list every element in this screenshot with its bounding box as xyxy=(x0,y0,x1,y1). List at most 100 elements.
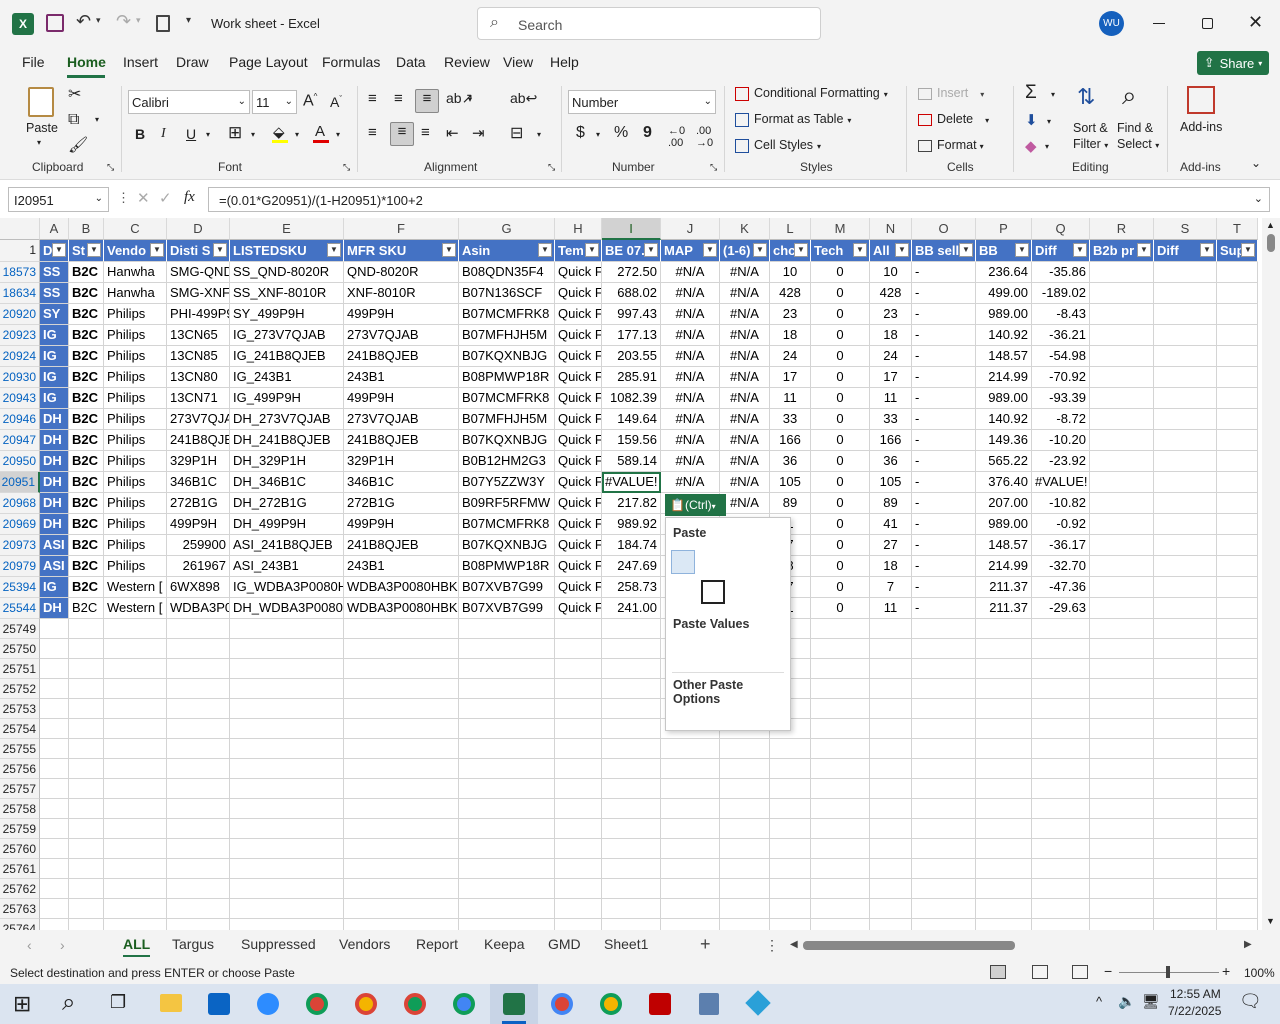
table-cell[interactable]: 23 xyxy=(770,304,811,325)
table-cell[interactable]: 0 xyxy=(811,514,870,535)
table-cell[interactable]: Quick F xyxy=(555,451,602,472)
fill-dropdown-icon[interactable]: ▾ xyxy=(1047,117,1051,126)
empty-cell[interactable] xyxy=(1154,919,1217,930)
row-header[interactable]: 25755 xyxy=(0,739,40,759)
outlook-icon[interactable] xyxy=(208,993,230,1015)
empty-cell[interactable] xyxy=(40,899,69,919)
empty-cell[interactable] xyxy=(1090,759,1154,779)
empty-cell[interactable] xyxy=(555,679,602,699)
empty-cell[interactable] xyxy=(555,619,602,639)
table-cell[interactable]: 0 xyxy=(811,367,870,388)
row-header[interactable]: 20969 xyxy=(0,514,40,535)
empty-cell[interactable] xyxy=(770,779,811,799)
empty-cell[interactable] xyxy=(770,919,811,930)
empty-cell[interactable] xyxy=(69,919,104,930)
empty-cell[interactable] xyxy=(912,799,976,819)
table-cell[interactable]: - xyxy=(912,409,976,430)
column-header-p[interactable]: P xyxy=(976,218,1032,240)
table-cell[interactable]: 0 xyxy=(811,556,870,577)
table-cell[interactable]: 13CN71 xyxy=(167,388,230,409)
filter-dropdown-icon[interactable]: ▼ xyxy=(644,243,658,257)
empty-cell[interactable] xyxy=(104,799,167,819)
empty-cell[interactable] xyxy=(1032,739,1090,759)
empty-cell[interactable] xyxy=(976,799,1032,819)
empty-cell[interactable] xyxy=(555,699,602,719)
empty-cell[interactable] xyxy=(661,899,720,919)
table-cell[interactable]: Quick F xyxy=(555,304,602,325)
filter-dropdown-icon[interactable]: ▼ xyxy=(794,243,808,257)
linked-picture-icon[interactable] xyxy=(761,702,785,726)
empty-cell[interactable] xyxy=(1154,859,1217,879)
empty-cell[interactable] xyxy=(1154,639,1217,659)
sheet-tab-vendors[interactable]: Vendors xyxy=(339,936,390,952)
table-cell[interactable] xyxy=(1154,346,1217,367)
filter-dropdown-icon[interactable]: ▼ xyxy=(853,243,867,257)
tab-formulas[interactable]: Formulas xyxy=(322,54,380,70)
close-button[interactable]: ✕ xyxy=(1248,12,1263,33)
table-cell[interactable]: 18 xyxy=(870,325,912,346)
empty-cell[interactable] xyxy=(1090,919,1154,930)
empty-cell[interactable] xyxy=(230,759,344,779)
table-cell[interactable]: #N/A xyxy=(661,283,720,304)
next-sheet-icon[interactable]: › xyxy=(60,937,65,953)
column-header-b[interactable]: B xyxy=(69,218,104,240)
empty-cell[interactable] xyxy=(230,799,344,819)
empty-cell[interactable] xyxy=(870,639,912,659)
empty-cell[interactable] xyxy=(811,919,870,930)
decrease-font-size-icon[interactable]: Aˇ xyxy=(330,94,342,110)
table-cell[interactable]: 24 xyxy=(870,346,912,367)
row-header[interactable]: 25749 xyxy=(0,619,40,639)
table-cell[interactable]: Philips xyxy=(104,409,167,430)
empty-cell[interactable] xyxy=(167,899,230,919)
table-cell[interactable]: Philips xyxy=(104,367,167,388)
empty-cell[interactable] xyxy=(1154,819,1217,839)
empty-cell[interactable] xyxy=(69,799,104,819)
table-cell[interactable]: #VALUE! xyxy=(602,472,661,493)
row-header[interactable]: 20951 xyxy=(0,472,40,493)
row-header[interactable]: 25752 xyxy=(0,679,40,699)
empty-cell[interactable] xyxy=(1154,659,1217,679)
table-cell[interactable] xyxy=(1217,493,1258,514)
table-cell[interactable]: #N/A xyxy=(720,430,770,451)
table-cell[interactable]: DH xyxy=(40,409,69,430)
table-cell[interactable]: 0 xyxy=(811,283,870,304)
more-options-icon[interactable]: ⋮ xyxy=(117,190,130,206)
chrome-icon[interactable] xyxy=(306,993,328,1015)
table-cell[interactable]: -32.70 xyxy=(1032,556,1090,577)
table-cell[interactable]: #N/A xyxy=(661,304,720,325)
empty-cell[interactable] xyxy=(40,699,69,719)
table-cell[interactable]: B07MCMFRK8 xyxy=(459,514,555,535)
table-cell[interactable]: 272.50 xyxy=(602,262,661,283)
empty-cell[interactable] xyxy=(1154,799,1217,819)
header-cell[interactable]: Diff ▼ xyxy=(1154,240,1217,262)
table-cell[interactable]: -54.98 xyxy=(1032,346,1090,367)
table-cell[interactable]: SMG-XNF xyxy=(167,283,230,304)
undo-icon[interactable]: ↶ xyxy=(76,11,91,32)
table-cell[interactable]: B07XVB7G99 xyxy=(459,598,555,619)
align-right-icon[interactable]: ≡ xyxy=(421,124,430,141)
windows-start-icon[interactable]: ⊞ xyxy=(13,991,31,1017)
empty-cell[interactable] xyxy=(167,779,230,799)
table-cell[interactable] xyxy=(1090,367,1154,388)
empty-cell[interactable] xyxy=(555,879,602,899)
empty-cell[interactable] xyxy=(1090,659,1154,679)
sheet-tab-suppressed[interactable]: Suppressed xyxy=(241,936,316,952)
empty-cell[interactable] xyxy=(1154,619,1217,639)
table-cell[interactable]: - xyxy=(912,304,976,325)
table-cell[interactable]: DH xyxy=(40,493,69,514)
empty-cell[interactable] xyxy=(1090,779,1154,799)
table-cell[interactable]: - xyxy=(912,430,976,451)
comma-button[interactable]: 9 xyxy=(643,124,652,142)
clock-date[interactable]: 7/22/2025 xyxy=(1168,1004,1221,1018)
filter-dropdown-icon[interactable]: ▼ xyxy=(1137,243,1151,257)
scroll-down-icon[interactable]: ▼ xyxy=(1266,916,1275,926)
empty-cell[interactable] xyxy=(459,759,555,779)
empty-cell[interactable] xyxy=(811,779,870,799)
empty-cell[interactable] xyxy=(104,899,167,919)
table-cell[interactable]: #N/A xyxy=(720,346,770,367)
insert-function-button[interactable]: fx xyxy=(184,189,195,206)
empty-cell[interactable] xyxy=(1217,919,1258,930)
sheet-tab-all[interactable]: ALL xyxy=(123,936,151,957)
empty-cell[interactable] xyxy=(1217,819,1258,839)
filter-dropdown-icon[interactable]: ▼ xyxy=(442,243,456,257)
